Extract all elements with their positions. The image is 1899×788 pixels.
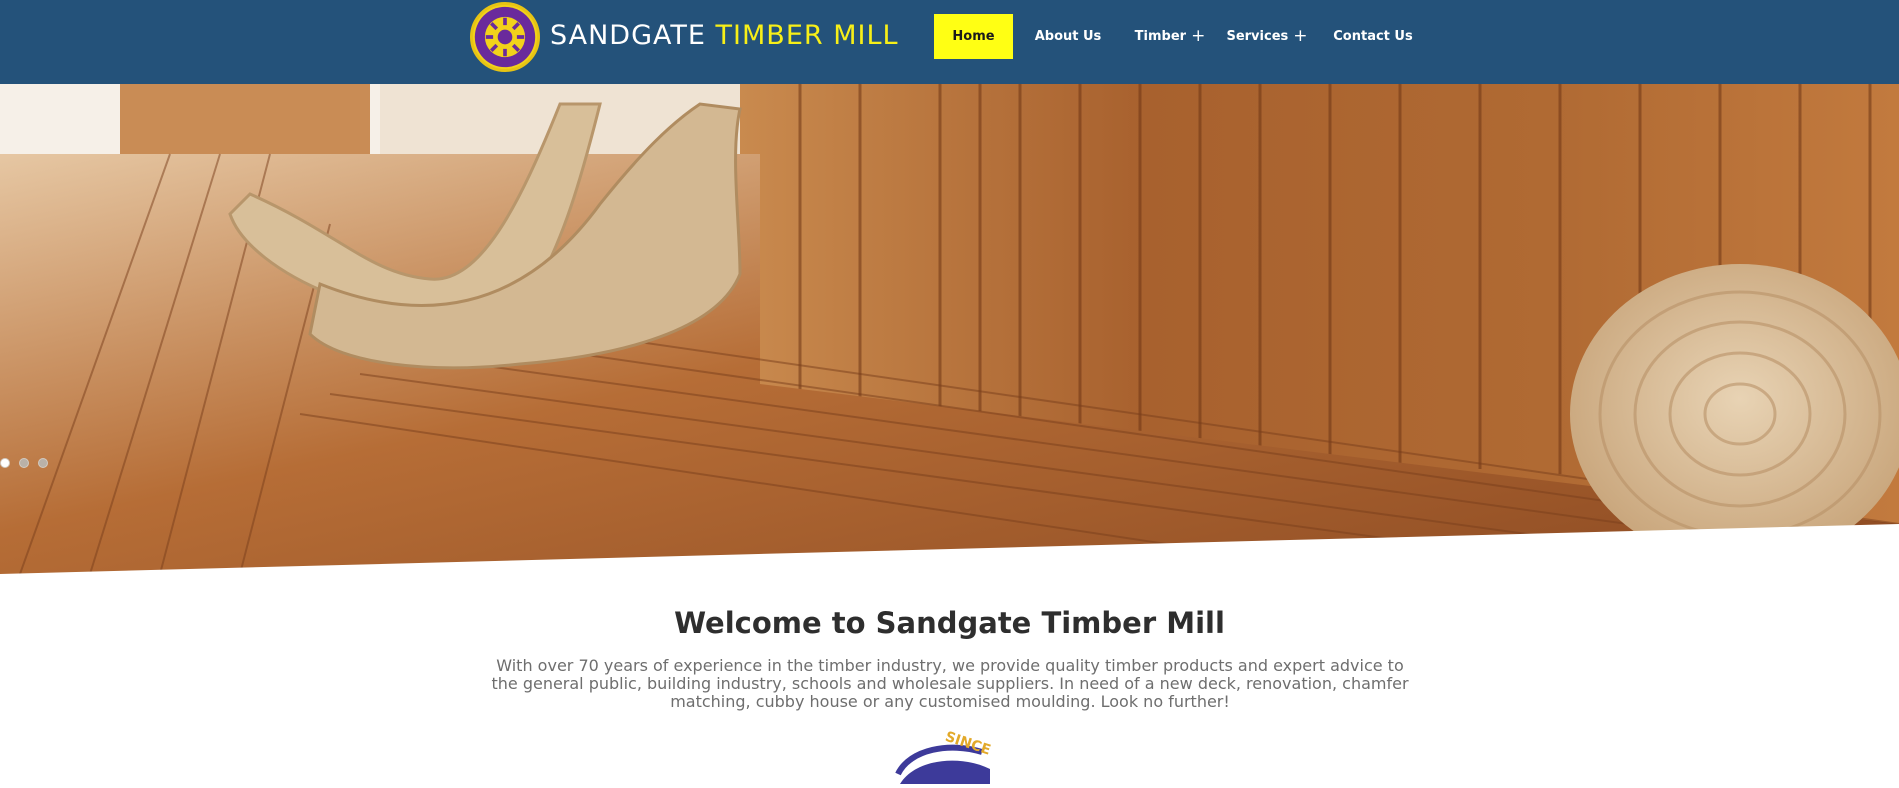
since-badge-text: SINCE: [943, 729, 993, 759]
nav-item-label: Home: [952, 29, 995, 44]
nav-item-home[interactable]: Home: [934, 14, 1013, 59]
since-badge-icon: SINCE: [890, 724, 1010, 784]
sandgate-timber-mill-seal-icon[interactable]: [470, 2, 540, 72]
nav-item-label: About Us: [1034, 29, 1102, 44]
plus-icon[interactable]: +: [1191, 28, 1205, 45]
plus-icon[interactable]: +: [1293, 28, 1307, 45]
nav-item-about-us[interactable]: About Us: [1022, 14, 1114, 59]
hero-slider[interactable]: [0, 84, 1899, 574]
site-brand-name[interactable]: SANDGATE TIMBER MILL: [550, 20, 899, 51]
slide-dot-1[interactable]: [0, 458, 10, 468]
nav-item-label: Services: [1226, 29, 1289, 44]
nav-item-label: Contact Us: [1333, 29, 1413, 44]
welcome-heading: Welcome to Sandgate Timber Mill: [674, 606, 1225, 640]
timber-deck-lounge-photo: [0, 84, 1899, 574]
nav-item-timber[interactable]: Timber +: [1130, 14, 1210, 59]
brand-name-part1: SANDGATE: [550, 20, 706, 51]
slider-pagination: [0, 458, 48, 468]
nav-item-label: Timber: [1134, 29, 1187, 44]
nav-item-services[interactable]: Services +: [1224, 14, 1310, 59]
slide-dot-3[interactable]: [38, 458, 48, 468]
brand-name-part2: TIMBER MILL: [715, 20, 899, 51]
welcome-intro-text: With over 70 years of experience in the …: [491, 656, 1409, 711]
nav-item-contact-us[interactable]: Contact Us: [1326, 14, 1420, 59]
slide-dot-2[interactable]: [19, 458, 29, 468]
top-navigation-bar: SANDGATE TIMBER MILL Home About Us Timbe…: [0, 0, 1899, 84]
